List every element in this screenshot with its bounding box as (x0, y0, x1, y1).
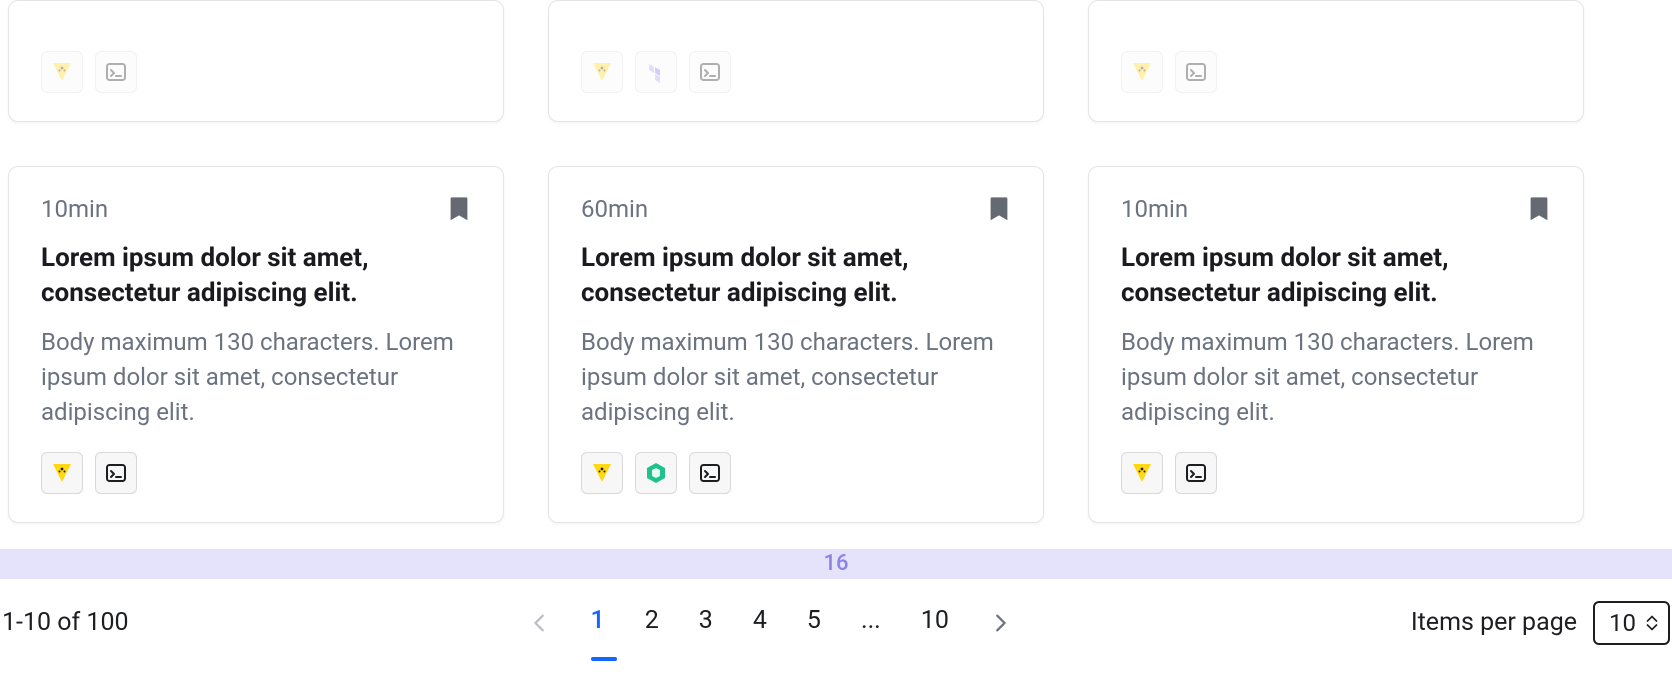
card-title: Lorem ipsum dolor sit amet, consectetur … (41, 241, 471, 311)
content-card[interactable] (1088, 0, 1584, 122)
card-row-partial (8, 0, 1664, 122)
content-card[interactable]: 10min Lorem ipsum dolor sit amet, consec… (8, 166, 504, 523)
card-row: 10min Lorem ipsum dolor sit amet, consec… (8, 166, 1664, 523)
vault-icon (581, 51, 623, 93)
terminal-icon (1175, 51, 1217, 93)
card-title: Lorem ipsum dolor sit amet, consectetur … (1121, 241, 1551, 311)
content-card[interactable]: 60min Lorem ipsum dolor sit amet, consec… (548, 166, 1044, 523)
vault-icon (41, 452, 83, 494)
per-page-select[interactable]: 10 (1593, 601, 1670, 645)
card-badges (1121, 452, 1551, 494)
vault-icon (1121, 452, 1163, 494)
page-ellipsis: ... (861, 606, 881, 639)
page-number[interactable]: 2 (645, 606, 659, 639)
bookmark-icon[interactable] (1527, 195, 1551, 223)
terminal-icon (1175, 452, 1217, 494)
vault-icon (581, 452, 623, 494)
terminal-icon (95, 51, 137, 93)
card-body: Body maximum 130 characters. Lorem ipsum… (41, 325, 471, 429)
bookmark-icon[interactable] (987, 195, 1011, 223)
per-page-value: 10 (1609, 609, 1636, 637)
card-duration: 60min (581, 195, 648, 223)
card-badges (581, 452, 1011, 494)
page-prev-button[interactable] (529, 612, 551, 634)
per-page-label: Items per page (1411, 608, 1577, 637)
content-card[interactable] (8, 0, 504, 122)
page-number[interactable]: 5 (807, 606, 821, 639)
card-title: Lorem ipsum dolor sit amet, consectetur … (581, 241, 1011, 311)
card-body: Body maximum 130 characters. Lorem ipsum… (1121, 325, 1551, 429)
page-next-button[interactable] (989, 612, 1011, 634)
pager: 1 2 3 4 5... 10 (529, 606, 1011, 639)
card-duration: 10min (1121, 195, 1188, 223)
terminal-icon (95, 452, 137, 494)
page-number[interactable]: 10 (921, 606, 949, 639)
bookmark-icon[interactable] (447, 195, 471, 223)
nomad-icon (635, 452, 677, 494)
card-duration: 10min (41, 195, 108, 223)
terminal-icon (689, 51, 731, 93)
terminal-icon (689, 452, 731, 494)
vault-icon (1121, 51, 1163, 93)
content-card[interactable]: 10min Lorem ipsum dolor sit amet, consec… (1088, 166, 1584, 523)
page-number[interactable]: 3 (699, 606, 713, 639)
pagination-bar: 1-10 of 100 1 2 3 4 5... 10 Items per page 10 (0, 579, 1672, 645)
terraform-icon (635, 51, 677, 93)
divider-label: 16 (823, 551, 848, 576)
content-card[interactable] (548, 0, 1044, 122)
divider-strip: 16 (0, 549, 1672, 579)
card-body: Body maximum 130 characters. Lorem ipsum… (581, 325, 1011, 429)
page-number[interactable]: 1 (591, 606, 605, 639)
stepper-icon (1646, 615, 1658, 631)
vault-icon (41, 51, 83, 93)
card-badges (581, 51, 1011, 93)
card-badges (1121, 51, 1551, 93)
card-badges (41, 452, 471, 494)
page-number[interactable]: 4 (753, 606, 767, 639)
pagination-status: 1-10 of 100 (2, 608, 129, 637)
card-badges (41, 51, 471, 93)
